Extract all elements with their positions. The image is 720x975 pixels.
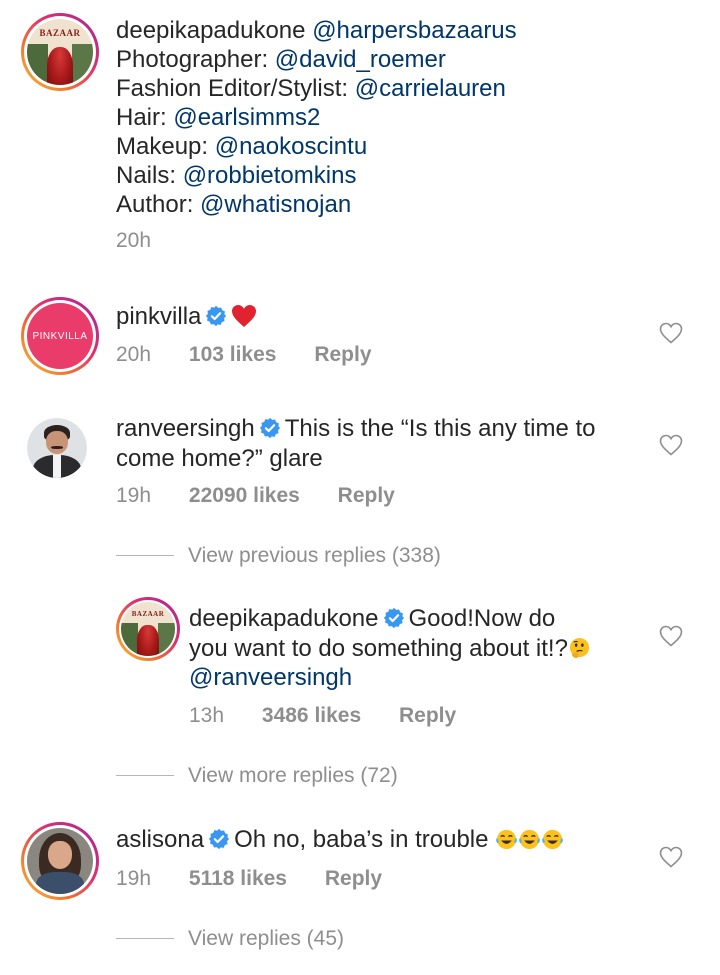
heart-outline-icon[interactable] xyxy=(659,322,683,344)
deepikapadukone-avatar[interactable]: BAZAAR xyxy=(116,597,180,661)
tears-of-joy-emoji-icon xyxy=(542,829,563,850)
comment-body: Good!Now do xyxy=(408,605,556,632)
aslisona-avatar[interactable] xyxy=(21,822,99,900)
reply-button[interactable]: Reply xyxy=(338,484,395,507)
caption-avatar[interactable]: BAZAAR xyxy=(21,13,99,91)
avatar-logo-text: PINKVILLA xyxy=(32,330,88,342)
reply-button[interactable]: Reply xyxy=(399,704,456,727)
divider xyxy=(116,775,174,776)
ranveersingh-avatar[interactable] xyxy=(27,418,87,478)
pinkvilla-avatar[interactable]: PINKVILLA xyxy=(21,297,99,375)
timestamp: 20h xyxy=(116,229,152,252)
mention-link[interactable]: @ranveersingh xyxy=(189,664,352,691)
avatar-magazine-title: BAZAAR xyxy=(39,28,81,39)
tears-of-joy-emoji-icon xyxy=(496,829,517,850)
tears-of-joy-emoji-icon xyxy=(519,829,540,850)
comment-meta: 19h 5118 likes Reply xyxy=(116,867,382,891)
view-previous-replies-button[interactable]: View previous replies (338) xyxy=(116,544,441,568)
verified-badge-icon xyxy=(383,607,404,629)
mention-link[interactable]: @david_roemer xyxy=(275,46,446,73)
caption-timestamp: 20h xyxy=(116,229,151,253)
verified-badge-icon xyxy=(208,828,230,850)
timestamp: 19h xyxy=(116,867,152,890)
view-replies-label: View replies (45) xyxy=(188,927,345,950)
likes-count[interactable]: 5118 likes xyxy=(189,867,287,890)
comment-body: Oh no, baba’s in trouble xyxy=(234,826,489,853)
comment-text-continued: come home?” glare xyxy=(116,444,323,474)
mention-link[interactable]: @carrielauren xyxy=(355,75,506,102)
comment-username[interactable]: ranveersingh xyxy=(116,415,255,442)
heart-outline-icon[interactable] xyxy=(659,434,683,456)
heart-outline-icon[interactable] xyxy=(659,625,683,647)
comment-body: you want to do something about it!? xyxy=(189,635,568,662)
reply-button[interactable]: Reply xyxy=(314,343,371,366)
reply-text-continued: you want to do something about it!? xyxy=(189,634,591,664)
timestamp: 20h xyxy=(116,343,152,366)
caption-label: Photographer: xyxy=(116,46,275,73)
caption-label: Author: xyxy=(116,191,201,218)
mention-link[interactable]: @naokoscintu xyxy=(215,133,367,160)
view-replies-label: View more replies (72) xyxy=(188,764,398,787)
comment-text: pinkvilla xyxy=(116,302,257,332)
caption-label: Nails: xyxy=(116,162,183,189)
caption-label: Fashion Editor/Stylist: xyxy=(116,75,355,102)
comment-body: This is the “Is this any time to xyxy=(284,415,596,442)
mention-link[interactable]: @robbietomkins xyxy=(183,162,357,189)
divider xyxy=(116,555,174,556)
likes-count[interactable]: 103 likes xyxy=(189,343,277,366)
comment-username[interactable]: pinkvilla xyxy=(116,303,201,330)
mention-link[interactable]: @earlsimms2 xyxy=(173,104,320,131)
caption-label: Makeup: xyxy=(116,133,215,160)
view-replies-label: View previous replies (338) xyxy=(188,544,441,567)
comment-username[interactable]: aslisona xyxy=(116,826,204,853)
reply-text: deepikapadukone Good!Now do xyxy=(189,604,555,634)
likes-count[interactable]: 22090 likes xyxy=(189,484,300,507)
reply-text-mention: @ranveersingh xyxy=(189,663,352,693)
timestamp: 13h xyxy=(189,704,225,727)
avatar-magazine-title: BAZAAR xyxy=(131,609,165,618)
comment-meta: 20h 103 likes Reply xyxy=(116,343,372,367)
timestamp: 19h xyxy=(116,484,152,507)
view-more-replies-button[interactable]: View more replies (72) xyxy=(116,764,398,788)
mention-link[interactable]: @whatisnojan xyxy=(200,191,351,218)
mention-link[interactable]: @harpersbazaarus xyxy=(312,17,516,44)
view-replies-button[interactable]: View replies (45) xyxy=(116,927,344,951)
likes-count[interactable]: 3486 likes xyxy=(262,704,361,727)
comment-text: ranveersingh This is the “Is this any tim… xyxy=(116,414,596,444)
reply-button[interactable]: Reply xyxy=(325,867,382,890)
caption-username[interactable]: deepikapadukone xyxy=(116,17,306,44)
heart-outline-icon[interactable] xyxy=(659,846,683,868)
caption-label: Hair: xyxy=(116,104,174,131)
divider xyxy=(116,938,174,939)
comment-username[interactable]: deepikapadukone xyxy=(189,605,379,632)
comment-meta: 13h 3486 likes Reply xyxy=(189,704,456,728)
comment-body: come home?” glare xyxy=(116,445,323,472)
thinking-face-emoji-icon xyxy=(569,637,590,659)
red-heart-emoji-icon xyxy=(232,305,257,327)
verified-badge-icon xyxy=(259,417,280,439)
comment-meta: 19h 22090 likes Reply xyxy=(116,484,395,508)
caption-body: deepikapadukone @harpersbazaarus Photogr… xyxy=(116,16,517,219)
comment-text: aslisona Oh no, baba’s in trouble xyxy=(116,825,564,855)
verified-badge-icon xyxy=(206,305,227,327)
